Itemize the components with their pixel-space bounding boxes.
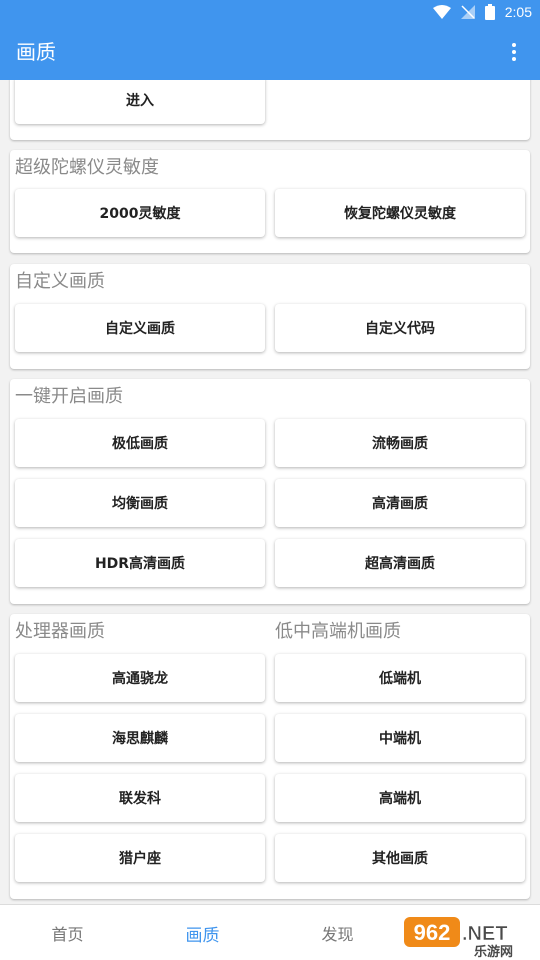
other-quality-button[interactable]: 其他画质 bbox=[275, 834, 525, 882]
status-icons: 2:05 bbox=[432, 3, 532, 21]
nav-quality[interactable]: 画质 bbox=[135, 905, 270, 960]
custom-quality-button[interactable]: 自定义画质 bbox=[15, 304, 265, 352]
enter-button[interactable]: 进入 bbox=[15, 80, 265, 124]
nav-discover[interactable]: 发现 bbox=[270, 905, 405, 960]
custom-code-button[interactable]: 自定义代码 bbox=[275, 304, 525, 352]
card-gyro: 超级陀螺仪灵敏度 2000灵敏度 恢复陀螺仪灵敏度 bbox=[10, 150, 530, 253]
snapdragon-button[interactable]: 高通骁龙 bbox=[15, 654, 265, 702]
more-options-icon[interactable] bbox=[496, 32, 532, 72]
quality-very-low-button[interactable]: 极低画质 bbox=[15, 419, 265, 467]
bottom-nav: 首页 画质 发现 962 .NET 乐游网 bbox=[0, 904, 540, 960]
kirin-button[interactable]: 海思麒麟 bbox=[15, 714, 265, 762]
section-title-device-tier: 低中高端机画质 bbox=[275, 621, 401, 642]
svg-text:962: 962 bbox=[414, 920, 451, 945]
mid-range-button[interactable]: 中端机 bbox=[275, 714, 525, 762]
exynos-button[interactable]: 猎户座 bbox=[15, 834, 265, 882]
card-custom: 自定义画质 自定义画质 自定义代码 bbox=[10, 264, 530, 369]
gyro-reset-button[interactable]: 恢复陀螺仪灵敏度 bbox=[275, 189, 525, 237]
mediatek-button[interactable]: 联发科 bbox=[15, 774, 265, 822]
section-title-custom: 自定义画质 bbox=[15, 271, 105, 292]
svg-text:乐游网: 乐游网 bbox=[474, 944, 513, 959]
watermark-logo: 962 .NET 乐游网 bbox=[404, 917, 513, 959]
card-one-key: 一键开启画质 极低画质 流畅画质 均衡画质 高清画质 HDR高清画质 超高清画质 bbox=[10, 379, 530, 604]
gyro-2000-button[interactable]: 2000灵敏度 bbox=[15, 189, 265, 237]
quality-smooth-button[interactable]: 流畅画质 bbox=[275, 419, 525, 467]
app-bar: 画质 bbox=[0, 24, 540, 80]
svg-text:.NET: .NET bbox=[462, 923, 508, 945]
card-top: 进入 bbox=[10, 80, 530, 140]
low-end-button[interactable]: 低端机 bbox=[275, 654, 525, 702]
wifi-icon bbox=[432, 5, 451, 19]
status-time: 2:05 bbox=[504, 4, 532, 20]
high-end-button[interactable]: 高端机 bbox=[275, 774, 525, 822]
section-title-gyro: 超级陀螺仪灵敏度 bbox=[15, 157, 159, 178]
main-content[interactable]: 进入 超级陀螺仪灵敏度 2000灵敏度 恢复陀螺仪灵敏度 自定义画质 自定义画质… bbox=[0, 80, 540, 904]
nav-home[interactable]: 首页 bbox=[0, 905, 135, 960]
card-processor: 处理器画质 低中高端机画质 高通骁龙 低端机 海思麒麟 中端机 联发科 高端机 … bbox=[10, 614, 530, 899]
quality-balanced-button[interactable]: 均衡画质 bbox=[15, 479, 265, 527]
page-title: 画质 bbox=[16, 40, 56, 64]
quality-hd-button[interactable]: 高清画质 bbox=[275, 479, 525, 527]
quality-hdr-button[interactable]: HDR高清画质 bbox=[15, 539, 265, 587]
quality-ultra-hd-button[interactable]: 超高清画质 bbox=[275, 539, 525, 587]
section-title-processor: 处理器画质 bbox=[15, 621, 105, 642]
section-title-one-key: 一键开启画质 bbox=[15, 386, 123, 407]
status-bar: 2:05 bbox=[0, 0, 540, 24]
battery-icon bbox=[484, 4, 495, 20]
no-signal-icon bbox=[460, 5, 475, 19]
